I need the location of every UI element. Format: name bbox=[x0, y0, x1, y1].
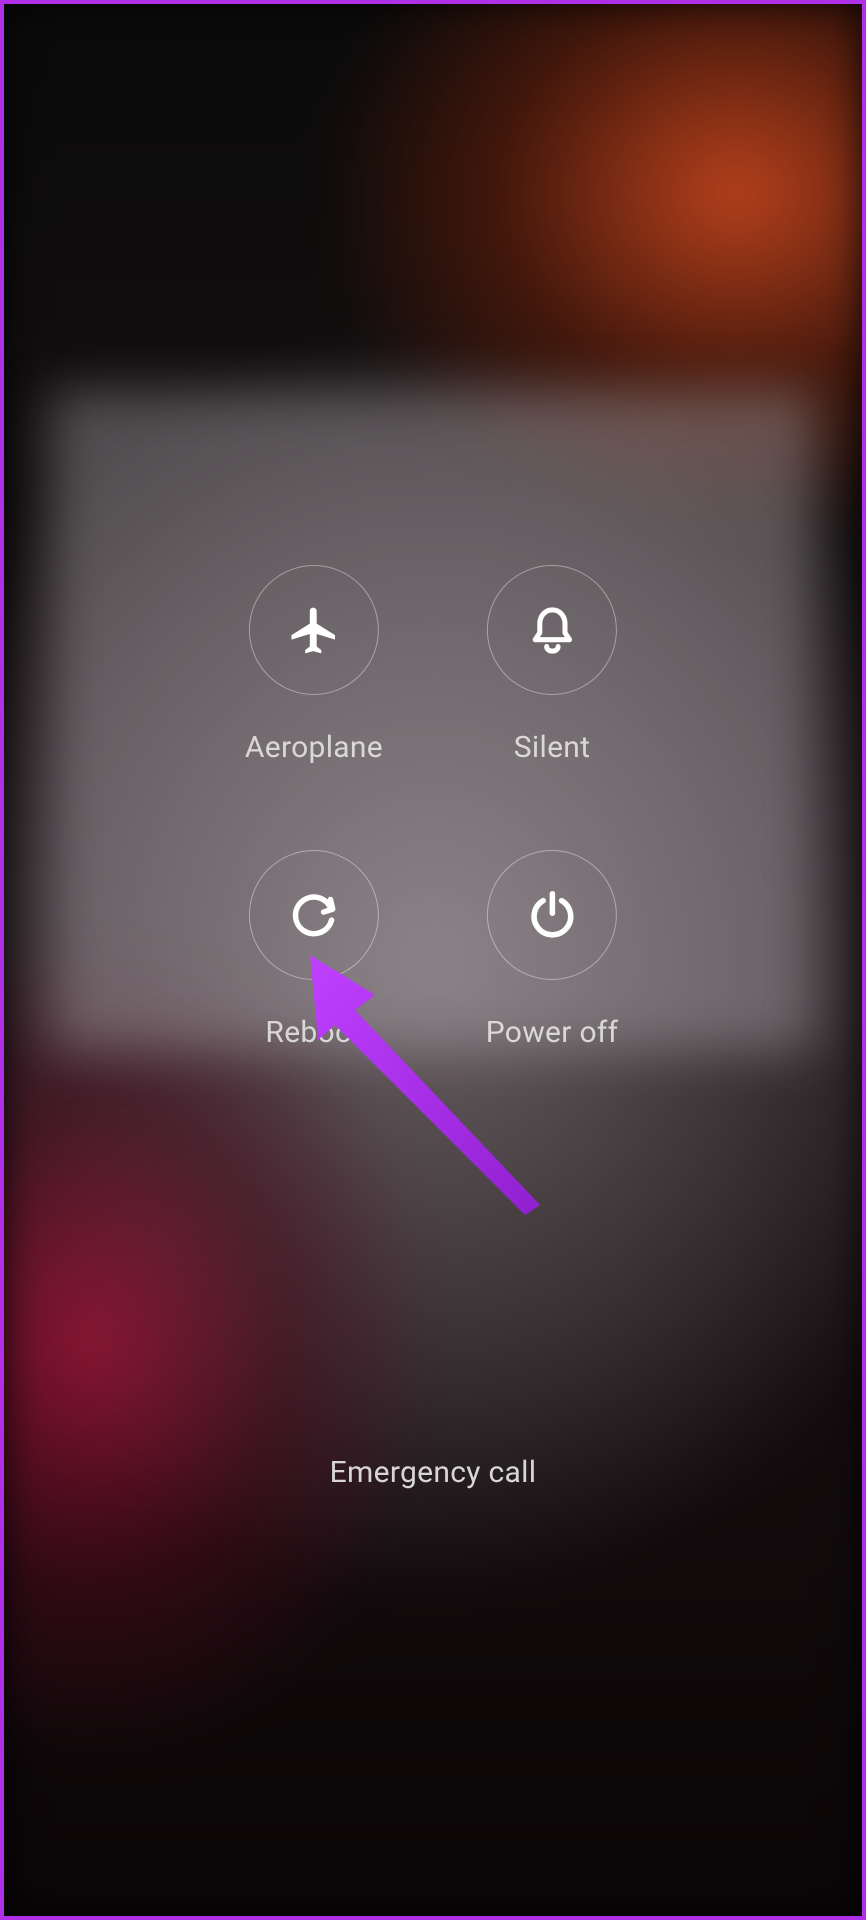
airplane-icon bbox=[286, 603, 341, 658]
aeroplane-label: Aeroplane bbox=[245, 730, 383, 765]
poweroff-icon-circle bbox=[487, 850, 617, 980]
reboot-label: Reboot bbox=[265, 1015, 362, 1050]
reboot-button[interactable]: Reboot bbox=[245, 850, 383, 1050]
reboot-icon-circle bbox=[249, 850, 379, 980]
silent-label: Silent bbox=[514, 730, 591, 765]
aeroplane-icon-circle bbox=[249, 565, 379, 695]
silent-icon-circle bbox=[487, 565, 617, 695]
emergency-call-link[interactable]: Emergency call bbox=[330, 1455, 537, 1490]
bell-icon bbox=[525, 603, 580, 658]
aeroplane-button[interactable]: Aeroplane bbox=[245, 565, 383, 765]
poweroff-button[interactable]: Power off bbox=[483, 850, 621, 1050]
silent-button[interactable]: Silent bbox=[483, 565, 621, 765]
power-menu-grid: Aeroplane Silent Reboot Power off bbox=[245, 565, 621, 1050]
restart-icon bbox=[286, 888, 341, 943]
power-icon bbox=[525, 888, 580, 943]
poweroff-label: Power off bbox=[486, 1015, 619, 1050]
